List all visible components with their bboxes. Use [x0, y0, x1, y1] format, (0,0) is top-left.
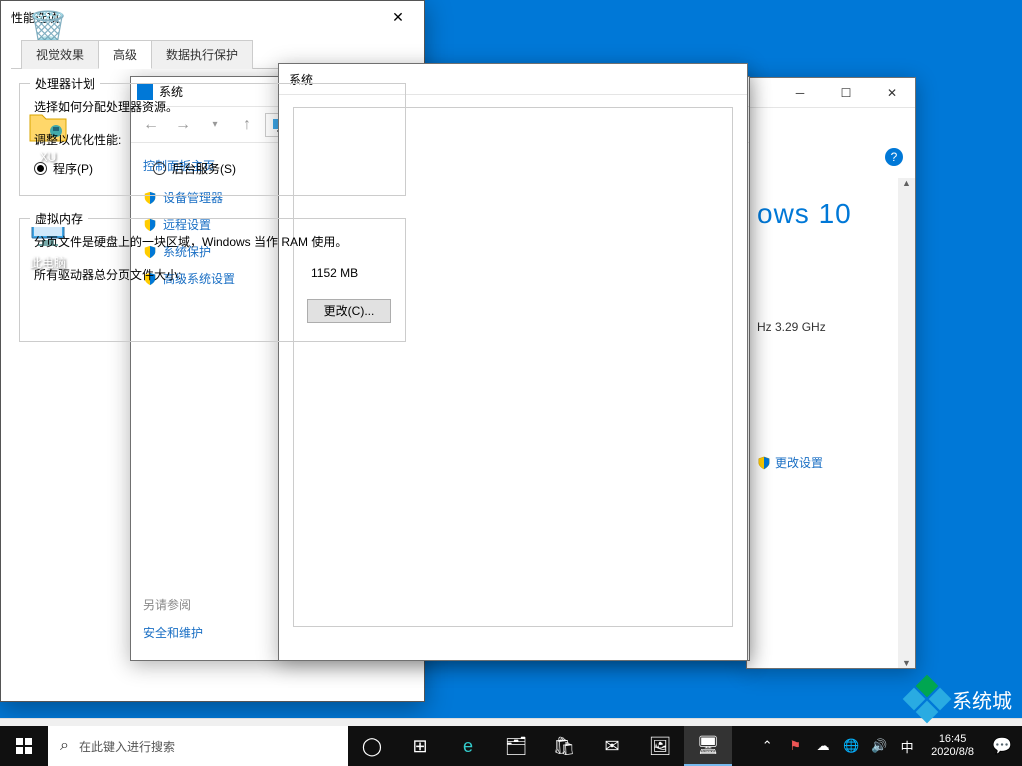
close-button[interactable]: ✕: [869, 78, 915, 108]
action-center-icon[interactable]: 💬: [982, 736, 1022, 756]
watermark-logo: 系统城: [906, 678, 1012, 720]
shield-icon: [757, 456, 771, 470]
vm-desc: 分页文件是硬盘上的一块区域，Windows 当作 RAM 使用。: [34, 233, 391, 250]
group-legend: 处理器计划: [30, 75, 100, 92]
radio-programs[interactable]: 程序(P): [34, 160, 93, 177]
radio-icon: [34, 162, 47, 175]
close-button[interactable]: ✕: [382, 1, 414, 33]
group-desc: 选择如何分配处理器资源。: [34, 98, 391, 115]
mail-icon[interactable]: ✉: [588, 726, 636, 766]
search-icon: ⌕: [60, 737, 69, 755]
windows-logo-icon: [16, 738, 32, 754]
vm-total-value: 1152 MB: [311, 266, 391, 283]
minimize-button[interactable]: ─: [777, 78, 823, 108]
about-window: ─ ☐ ✕ ? ows 10 Hz 3.29 GHz 更改设置: [746, 77, 916, 669]
start-button[interactable]: [0, 726, 48, 766]
processor-scheduling-group: 处理器计划 选择如何分配处理器资源。 调整以优化性能: 程序(P) 后台服务(S…: [19, 83, 406, 196]
system-tray: ⌃ ⚑ ☁ 🌐 🔊 中: [751, 737, 923, 756]
change-settings-link[interactable]: 更改设置: [757, 454, 905, 471]
tray-overflow-icon[interactable]: ⌃: [757, 738, 777, 754]
cortana-icon[interactable]: ◯: [348, 726, 396, 766]
see-also-label: 另请参阅: [143, 596, 269, 613]
tray-security-icon[interactable]: ⚑: [785, 738, 805, 754]
change-vm-button[interactable]: 更改(C)...: [307, 299, 391, 323]
tray-ime-icon[interactable]: 中: [897, 737, 917, 756]
taskbar-search[interactable]: ⌕ 在此键入进行搜索: [48, 726, 348, 766]
cpu-info: Hz 3.29 GHz: [757, 320, 905, 334]
task-view-icon[interactable]: ⊞: [396, 726, 444, 766]
tab-advanced[interactable]: 高级: [98, 40, 152, 69]
tray-onedrive-icon[interactable]: ☁: [813, 738, 833, 754]
file-explorer-icon[interactable]: 🗂: [492, 726, 540, 766]
virtual-memory-group: 虚拟内存 分页文件是硬盘上的一块区域，Windows 当作 RAM 使用。 所有…: [19, 218, 406, 342]
radio-background-services[interactable]: 后台服务(S): [153, 160, 236, 177]
vm-total-label: 所有驱动器总分页文件大小:: [34, 266, 311, 283]
store-icon[interactable]: 🛍: [540, 726, 588, 766]
taskbar-clock[interactable]: 16:45 2020/8/8: [923, 733, 982, 759]
tray-network-icon[interactable]: 🌐: [841, 738, 861, 754]
help-icon[interactable]: ?: [885, 148, 903, 166]
tab-visual-effects[interactable]: 视觉效果: [21, 40, 99, 69]
radio-icon: [153, 162, 166, 175]
photo-icon[interactable]: 🖼: [636, 726, 684, 766]
maximize-button[interactable]: ☐: [823, 78, 869, 108]
taskbar: ⌕ 在此键入进行搜索 ◯ ⊞ e 🗂 🛍 ✉ 🖼 🖥 ⌃ ⚑ ☁ 🌐 🔊 中 1…: [0, 726, 1022, 766]
edge-icon[interactable]: e: [444, 726, 492, 766]
tab-dep[interactable]: 数据执行保护: [151, 40, 253, 69]
scrollbar[interactable]: [898, 178, 915, 668]
running-app-icon[interactable]: 🖥: [684, 726, 732, 766]
group-legend: 虚拟内存: [30, 210, 88, 227]
watermark-icon: [906, 678, 948, 720]
adjust-label: 调整以优化性能:: [34, 131, 391, 148]
security-maintenance-link[interactable]: 安全和维护: [143, 619, 269, 646]
windows10-logo-text: ows 10: [757, 198, 905, 230]
tray-volume-icon[interactable]: 🔊: [869, 738, 889, 754]
about-titlebar[interactable]: ─ ☐ ✕: [747, 78, 915, 108]
search-placeholder: 在此键入进行搜索: [79, 738, 175, 755]
